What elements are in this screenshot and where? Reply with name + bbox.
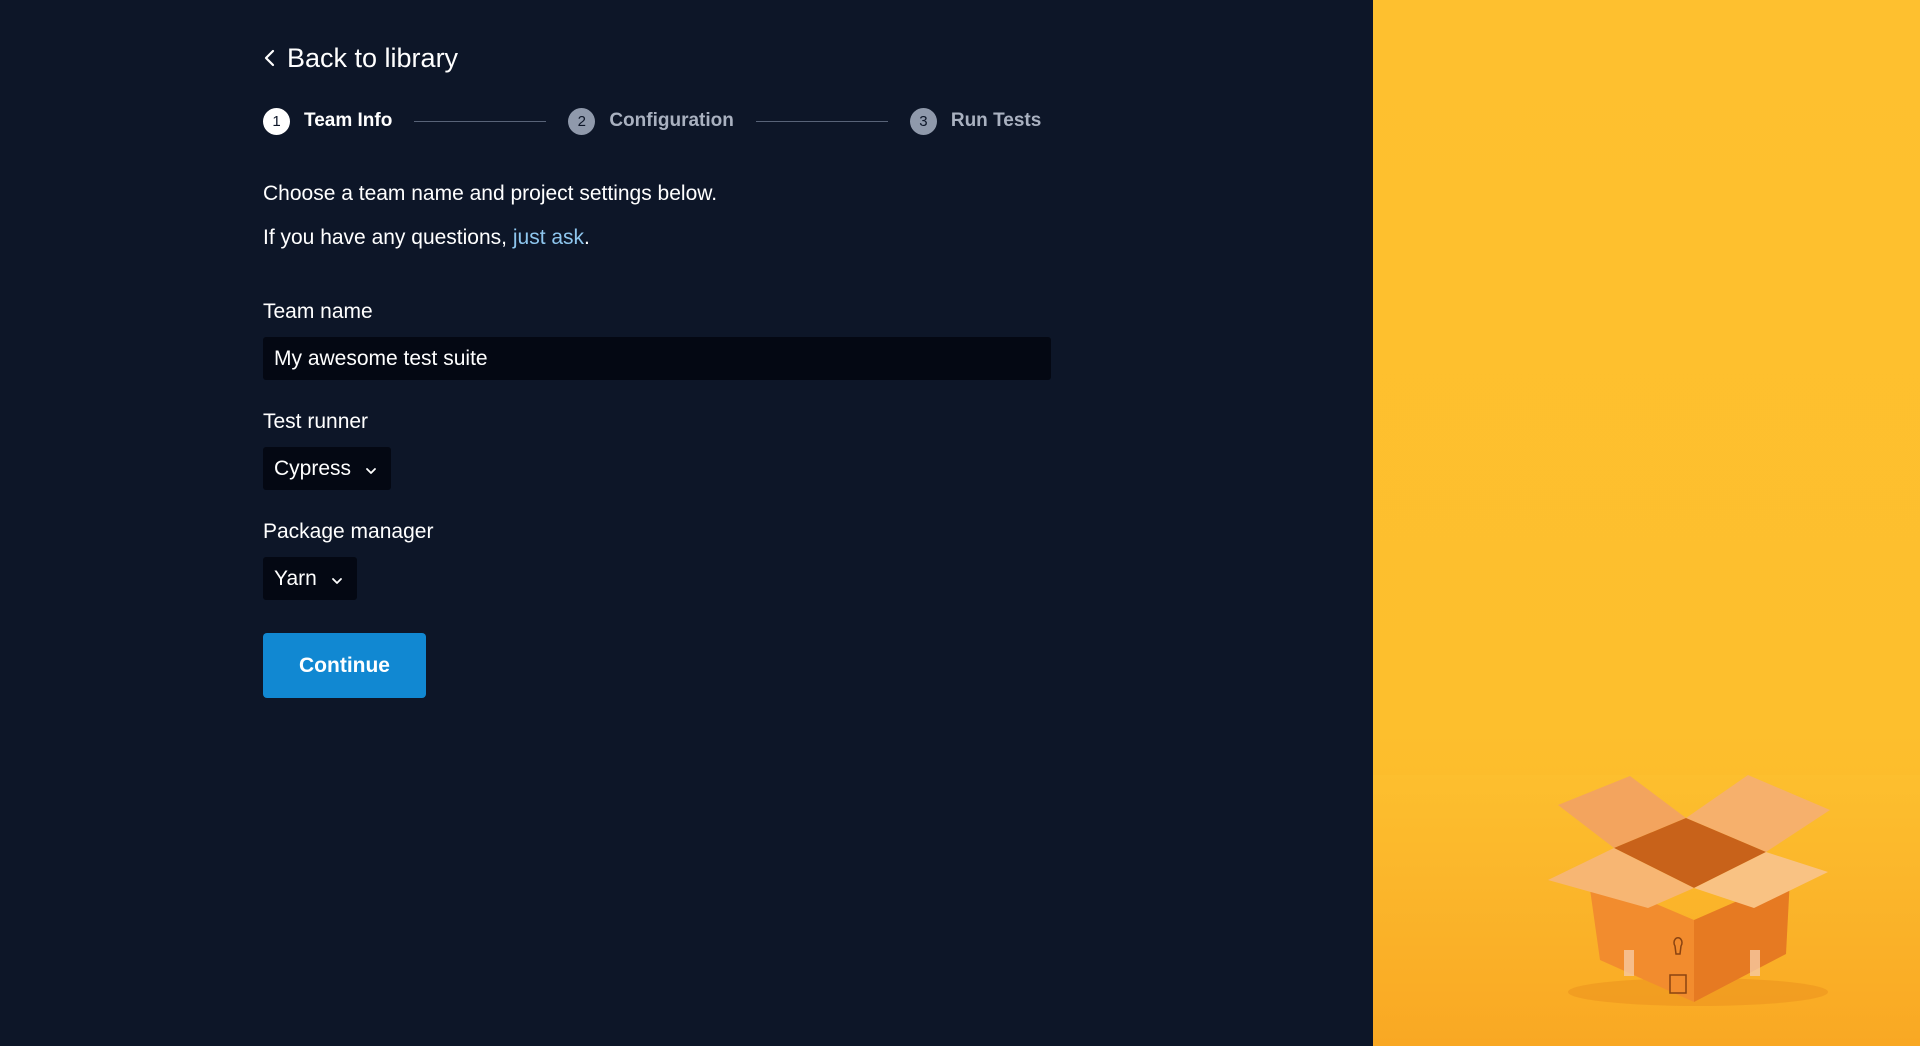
test-runner-select[interactable]: Cypress bbox=[263, 447, 392, 490]
open-box-illustration bbox=[1548, 775, 1830, 1006]
illustration-panel bbox=[1373, 0, 1920, 1046]
page: Back to library 1 Team Info 2 Configurat… bbox=[0, 0, 1920, 1046]
form-panel: Back to library 1 Team Info 2 Configurat… bbox=[0, 0, 1373, 1046]
step-number: 3 bbox=[909, 107, 937, 135]
step-connector bbox=[414, 120, 547, 122]
just-ask-link[interactable]: just ask bbox=[513, 226, 584, 249]
chevron-left-icon bbox=[263, 48, 277, 68]
test-runner-value: Cypress bbox=[274, 456, 352, 480]
package-manager-label: Package manager bbox=[263, 520, 434, 543]
step-configuration[interactable]: 2 Configuration bbox=[568, 107, 734, 135]
test-runner-label: Test runner bbox=[263, 410, 369, 433]
intro-text: Choose a team name and project settings … bbox=[263, 172, 1053, 260]
team-name-label: Team name bbox=[263, 300, 373, 323]
step-number: 2 bbox=[568, 107, 596, 135]
progress-stepper: 1 Team Info 2 Configuration 3 Run Tests bbox=[263, 106, 1053, 136]
step-number: 1 bbox=[263, 107, 290, 135]
package-manager-select[interactable]: Yarn bbox=[263, 557, 357, 600]
intro-line-2: If you have any questions, just ask. bbox=[263, 216, 1053, 260]
intro-line-2-prefix: If you have any questions, bbox=[263, 226, 507, 249]
step-team-info[interactable]: 1 Team Info bbox=[263, 107, 393, 135]
step-label: Configuration bbox=[609, 110, 734, 131]
chevron-down-icon bbox=[365, 457, 377, 481]
back-to-library-link[interactable]: Back to library bbox=[263, 38, 1053, 78]
intro-line-1: Choose a team name and project settings … bbox=[263, 182, 718, 205]
intro-line-2-suffix: . bbox=[584, 226, 590, 249]
step-label: Team Info bbox=[304, 110, 393, 131]
team-name-input[interactable] bbox=[263, 337, 1051, 380]
continue-button[interactable]: Continue bbox=[263, 633, 426, 698]
step-run-tests[interactable]: 3 Run Tests bbox=[909, 107, 1042, 135]
chevron-down-icon bbox=[331, 567, 343, 591]
step-label: Run Tests bbox=[950, 110, 1042, 131]
package-manager-value: Yarn bbox=[274, 566, 317, 590]
form-content: Back to library 1 Team Info 2 Configurat… bbox=[263, 38, 1053, 698]
step-connector bbox=[755, 120, 888, 122]
back-link-label: Back to library bbox=[287, 42, 459, 73]
